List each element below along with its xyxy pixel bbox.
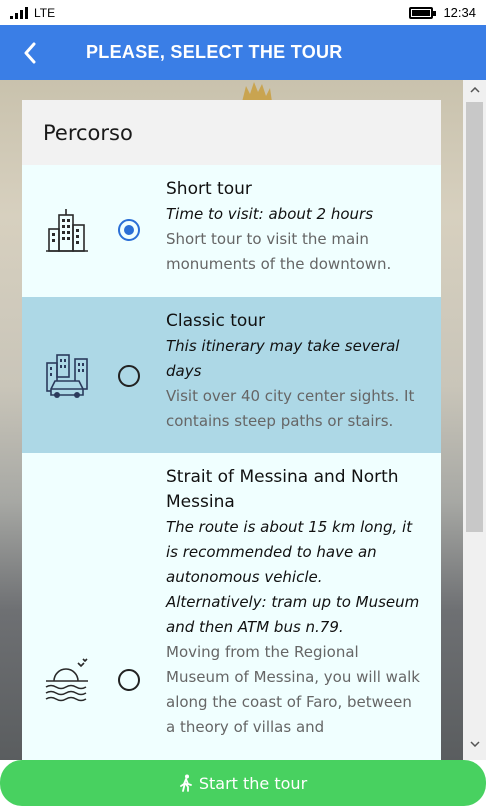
- start-tour-label: Start the tour: [198, 773, 308, 793]
- option-subtitle: The route is about 15 km long, it is rec…: [166, 518, 420, 636]
- radio-strait-tour[interactable]: [118, 669, 140, 691]
- scrollbar-thumb[interactable]: [466, 102, 483, 532]
- tour-option-strait[interactable]: Strait of Messina and North Messina The …: [22, 453, 441, 760]
- option-subtitle: This itinerary may take several days: [166, 337, 400, 380]
- status-bar: LTE 12:34: [0, 0, 486, 25]
- tour-option-short[interactable]: Short tour Time to visit: about 2 hours …: [22, 165, 441, 297]
- option-title: Classic tour: [166, 311, 266, 331]
- option-title: Strait of Messina and North Messina: [166, 467, 399, 512]
- option-subtitle: Time to visit: about 2 hours: [166, 205, 374, 223]
- radio-short-tour[interactable]: [118, 219, 140, 241]
- network-label: LTE: [34, 5, 56, 20]
- page-title: PLEASE, SELECT THE TOUR: [86, 42, 343, 62]
- signal-icon: [10, 6, 28, 19]
- back-button[interactable]: [0, 25, 60, 80]
- radio-classic-tour[interactable]: [118, 365, 140, 387]
- card-title: Percorso: [43, 120, 133, 145]
- start-tour-button[interactable]: Start the tour: [0, 760, 486, 806]
- app-bar: PLEASE, SELECT THE TOUR: [0, 25, 486, 80]
- scrollbar[interactable]: [463, 80, 486, 760]
- clock: 12:34: [443, 5, 476, 20]
- city-car-icon: [46, 354, 88, 398]
- tour-selection-card: Percorso Short tour Time to visit: about…: [22, 100, 441, 760]
- battery-icon: [409, 6, 437, 19]
- back-arrow-icon: [24, 42, 36, 63]
- option-title: Short tour: [166, 179, 252, 199]
- scroll-up-arrow-icon[interactable]: [463, 80, 486, 100]
- sea-sun-birds-icon: [45, 658, 88, 702]
- option-description: Moving from the Regional Museum of Messi…: [166, 643, 420, 736]
- city-buildings-icon: [46, 209, 88, 252]
- tour-option-classic[interactable]: Classic tour This itinerary may take sev…: [22, 297, 441, 453]
- card-header: Percorso: [22, 100, 441, 165]
- option-description: Short tour to visit the main monuments o…: [166, 230, 392, 273]
- walking-person-icon: [179, 774, 192, 792]
- statue-top-decoration: [242, 82, 272, 102]
- scroll-down-arrow-icon[interactable]: [463, 734, 486, 754]
- option-description: Visit over 40 city center sights. It con…: [166, 387, 415, 430]
